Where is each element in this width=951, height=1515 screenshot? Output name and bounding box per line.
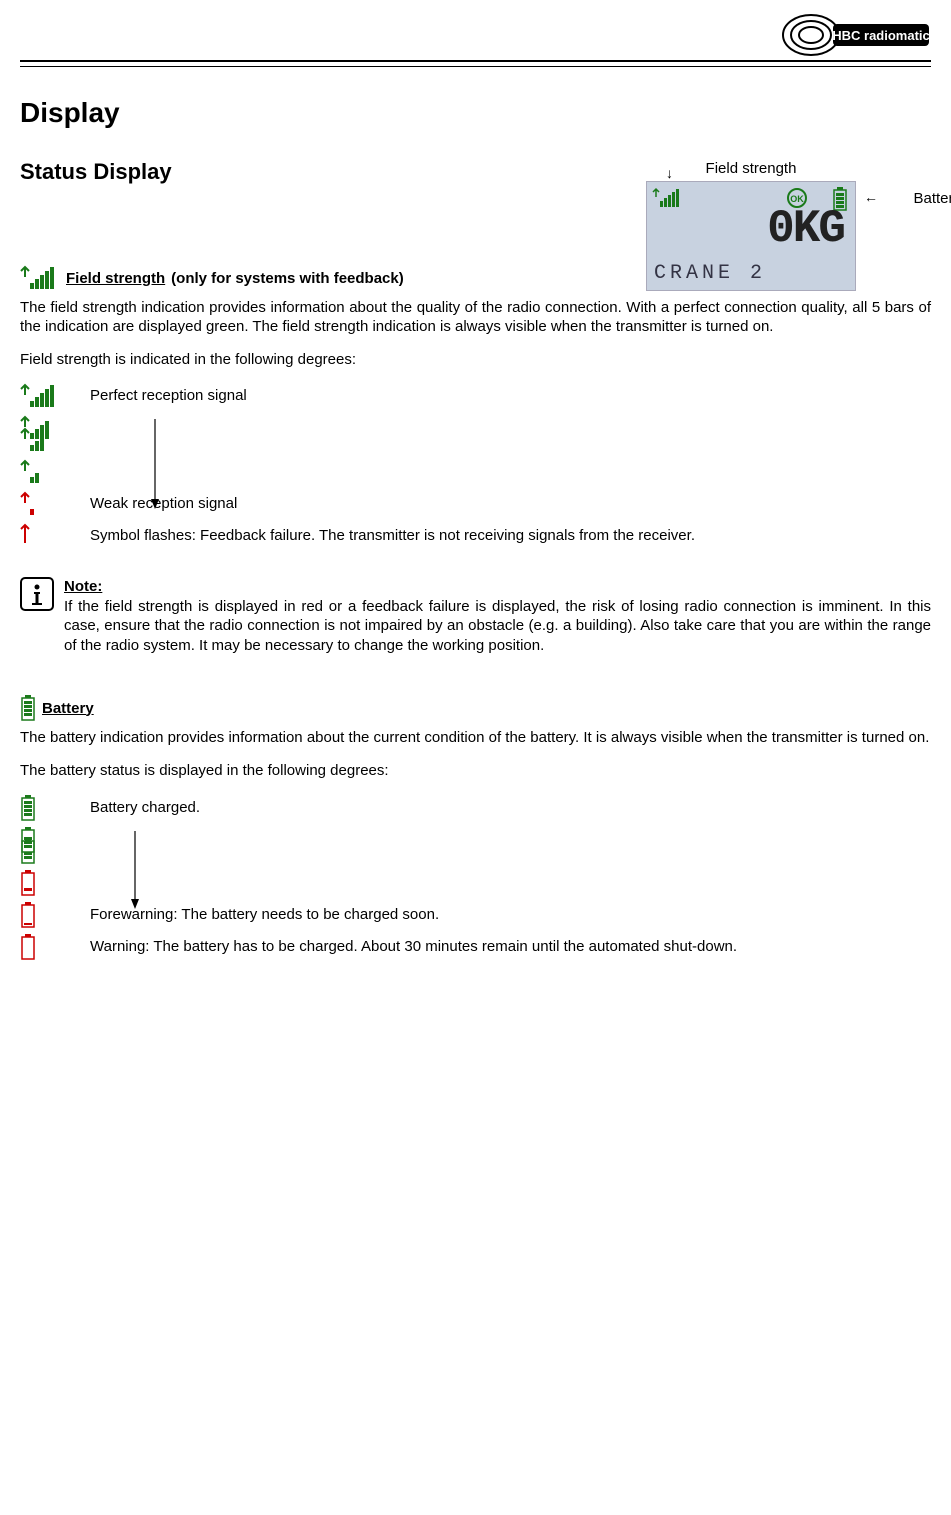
note-body-text: If the field strength is displayed in re… <box>64 598 931 654</box>
note-box: Note: If the field strength is displayed… <box>20 577 931 655</box>
battery-low-red-icon <box>20 902 90 932</box>
signal-icon <box>652 187 682 213</box>
note-title: Note: <box>64 578 102 595</box>
signal-icon <box>20 265 60 291</box>
battery-1-bar-red-icon <box>20 870 90 900</box>
signal-antenna-only-red-icon <box>20 523 90 553</box>
field-strength-suffix: (only for systems with feedback) <box>171 270 404 287</box>
lcd-big-text: 0KG <box>767 203 844 255</box>
header-bar: HBC radiomatic <box>20 20 931 62</box>
battery-heading: Battery <box>20 695 931 721</box>
battery-icon <box>20 695 36 721</box>
lcd-screen: ↓ ← OK 0KG CRANE 2 <box>646 181 856 291</box>
battery-forewarn-label: Forewarning: The battery needs to be cha… <box>90 902 931 925</box>
battery-degrees-intro: The battery status is displayed in the f… <box>20 762 931 781</box>
field-strength-degrees-intro: Field strength is indicated in the follo… <box>20 351 931 370</box>
battery-2-bars-icon <box>20 838 90 868</box>
battery-4-bars-icon <box>20 795 90 825</box>
brand-logo: HBC radiomatic <box>781 12 931 62</box>
battery-intro: The battery indication provides informat… <box>20 729 931 748</box>
signal-3-bars-icon <box>20 427 90 457</box>
field-strength-intro: The field strength indication provides i… <box>20 299 931 337</box>
header-rule <box>20 66 931 67</box>
battery-warn-label: Warning: The battery has to be charged. … <box>90 934 931 957</box>
battery-empty-red-icon <box>20 934 90 964</box>
lcd-small-text: CRANE 2 <box>654 262 766 285</box>
lcd-callout: Field strength Battery ↓ ← OK 0KG CRANE … <box>611 160 891 291</box>
signal-degree-list: Perfect reception signal Weak reception … <box>20 383 931 553</box>
signal-2-bars-icon <box>20 459 90 489</box>
battery-charged-label: Battery charged. <box>90 795 931 818</box>
svg-text:HBC radiomatic: HBC radiomatic <box>832 28 930 43</box>
signal-weak-label: Weak reception signal <box>90 491 931 514</box>
arrow-down-icon: ↓ <box>666 165 673 181</box>
field-strength-label: Field strength <box>66 270 165 287</box>
info-icon <box>20 577 54 655</box>
arrow-left-icon: ← <box>864 189 878 205</box>
signal-perfect-label: Perfect reception signal <box>90 383 931 406</box>
battery-degree-list: Battery charged. Forewarning: The batter… <box>20 795 931 965</box>
signal-5-bars-icon <box>20 383 90 413</box>
signal-flash-label: Symbol flashes: Feedback failure. The tr… <box>90 523 931 546</box>
lcd-label-field-strength: Field strength <box>611 160 891 177</box>
battery-label: Battery <box>42 700 94 717</box>
page-title: Display <box>20 97 931 129</box>
lcd-label-battery: Battery <box>913 190 951 207</box>
signal-1-bar-red-icon <box>20 491 90 521</box>
